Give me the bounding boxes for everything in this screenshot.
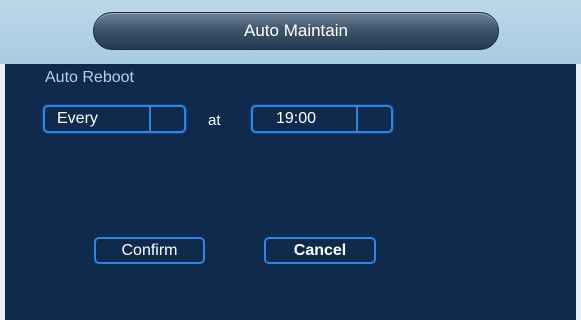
auto-reboot-label: Auto Reboot [45,69,134,86]
cancel-button[interactable]: Cancel [264,237,376,264]
auto-maintain-dialog: Auto Maintain Auto Reboot Every at 19:00… [0,0,581,320]
dialog-title: Auto Maintain [244,21,348,40]
frame-right-edge [576,64,581,320]
reboot-frequency-dropdown[interactable]: Every [43,105,186,133]
dialog-header: Auto Maintain [0,0,581,65]
dropdown-divider [356,107,358,131]
title-bar: Auto Maintain [93,12,499,50]
reboot-time-value: 19:00 [276,110,317,127]
confirm-button[interactable]: Confirm [94,237,205,264]
dialog-body [5,64,576,320]
at-label: at [208,112,221,129]
reboot-time-dropdown[interactable]: 19:00 [251,105,393,133]
dropdown-divider [149,107,151,131]
reboot-frequency-value: Every [57,110,98,127]
